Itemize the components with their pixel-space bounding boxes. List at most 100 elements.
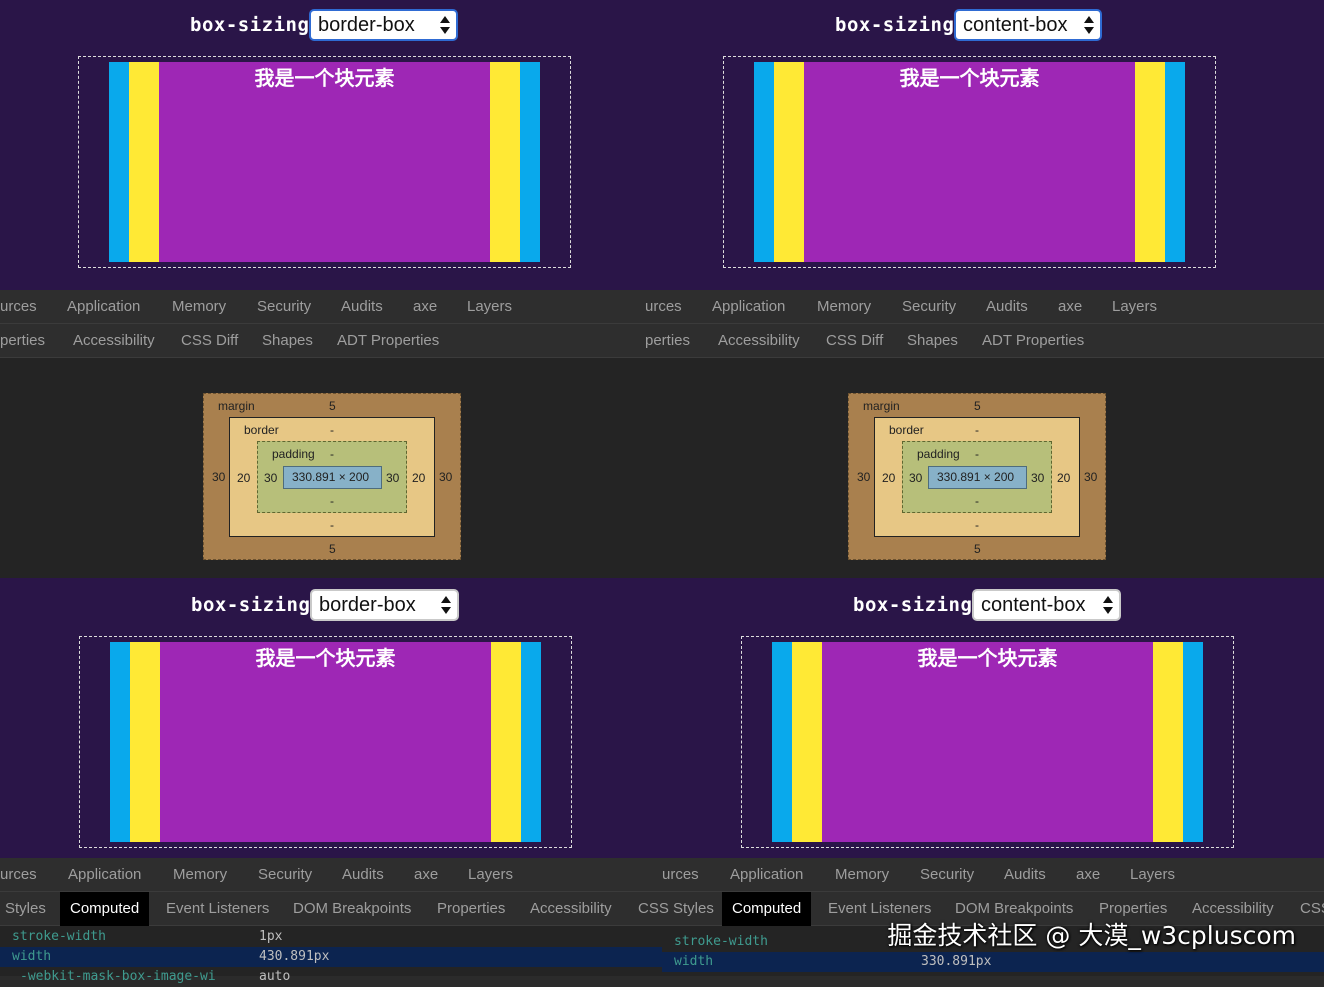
demo-area-top-left: box-sizing: border-box 我是一个块元素 (0, 0, 662, 290)
computed-row-selected[interactable]: width 330.891px (662, 952, 1324, 972)
tab-axe[interactable]: axe (1076, 858, 1100, 892)
computed-styles-panel-left: stroke-width 1px width 430.891px -webkit… (0, 926, 662, 984)
tab-memory[interactable]: Memory (817, 290, 871, 324)
tab-shapes[interactable]: Shapes (907, 324, 958, 358)
border-bottom-value[interactable]: - (330, 518, 334, 532)
padding-bottom-value[interactable]: - (330, 494, 334, 508)
devtools-tabs-row1-top-right: urces Application Memory Security Audits… (645, 290, 1324, 324)
tab-audits[interactable]: Audits (1004, 858, 1046, 892)
padding-top-value[interactable]: - (975, 447, 979, 461)
tab-layers[interactable]: Layers (467, 290, 512, 324)
tab-axe[interactable]: axe (413, 290, 437, 324)
tab-sources[interactable]: urces (0, 290, 37, 324)
tab-audits[interactable]: Audits (342, 858, 384, 892)
box-sizing-select[interactable]: content-box (972, 589, 1121, 621)
margin-right-value[interactable]: 30 (439, 470, 452, 484)
padding-label: padding (917, 447, 960, 461)
box-model-border: border - 20 20 - padding - 30 30 - 330.8… (874, 417, 1080, 537)
tab-event-listeners[interactable]: Event Listeners (166, 892, 269, 926)
tab-dom-breakpoints[interactable]: DOM Breakpoints (293, 892, 411, 926)
tab-application[interactable]: Application (730, 858, 803, 892)
tab-sources[interactable]: urces (662, 858, 699, 892)
block-element-text: 我是一个块元素 (899, 66, 1040, 90)
tab-memory[interactable]: Memory (172, 290, 226, 324)
box-sizing-select[interactable]: border-box (310, 589, 459, 621)
tab-properties[interactable]: Properties (437, 892, 505, 926)
computed-prop-value: 1px (259, 929, 283, 944)
margin-left-value[interactable]: 30 (857, 470, 870, 484)
box-sizing-label: box-sizing: (191, 594, 323, 616)
margin-left-value[interactable]: 30 (212, 470, 225, 484)
computed-row[interactable]: stroke-width 1px (0, 927, 662, 947)
tab-axe[interactable]: axe (414, 858, 438, 892)
box-model-content[interactable]: 330.891 × 200 (283, 466, 382, 489)
tab-security[interactable]: Security (257, 290, 311, 324)
box-model-panel-right: margin 5 30 30 5 border - 20 20 - paddin… (645, 358, 1324, 578)
border-left-value[interactable]: 20 (882, 471, 895, 485)
tab-layers[interactable]: Layers (1112, 290, 1157, 324)
border-right-value[interactable]: 20 (412, 471, 425, 485)
border-top-value[interactable]: - (975, 423, 979, 437)
tab-adt-properties[interactable]: ADT Properties (337, 324, 439, 358)
border-right-value[interactable]: 20 (1057, 471, 1070, 485)
tab-accessibility[interactable]: Accessibility (73, 324, 155, 358)
tab-layers[interactable]: Layers (1130, 858, 1175, 892)
margin-bottom-value[interactable]: 5 (329, 542, 336, 556)
tab-security[interactable]: Security (902, 290, 956, 324)
tab-styles[interactable]: Styles (5, 892, 46, 926)
padding-left-value[interactable]: 30 (264, 471, 277, 485)
tab-properties[interactable]: perties (645, 324, 690, 358)
select-arrows-icon (1084, 15, 1094, 35)
padding-right-value[interactable]: 30 (1031, 471, 1044, 485)
devtools-tabs-row2-top-right: perties Accessibility CSS Diff Shapes AD… (645, 324, 1324, 358)
margin-top-value[interactable]: 5 (329, 399, 336, 413)
tab-accessibility[interactable]: Accessibility (530, 892, 612, 926)
tab-application[interactable]: Application (68, 858, 141, 892)
box-model-content[interactable]: 330.891 × 200 (928, 466, 1027, 489)
tab-adt-properties[interactable]: ADT Properties (982, 324, 1084, 358)
tab-security[interactable]: Security (920, 858, 974, 892)
tab-application[interactable]: Application (67, 290, 140, 324)
border-left-value[interactable]: 20 (237, 471, 250, 485)
tab-security[interactable]: Security (258, 858, 312, 892)
tab-shapes[interactable]: Shapes (262, 324, 313, 358)
tab-properties[interactable]: perties (0, 324, 45, 358)
tab-application[interactable]: Application (712, 290, 785, 324)
padding-right-value[interactable]: 30 (386, 471, 399, 485)
box-model-margin: margin 5 30 30 5 border - 20 20 - paddin… (203, 393, 461, 560)
tab-styles[interactable]: CSS Styles (638, 892, 714, 926)
padding-left-value[interactable]: 30 (909, 471, 922, 485)
border-bottom-value[interactable]: - (975, 518, 979, 532)
box-sizing-label: box-sizing: (853, 594, 985, 616)
tab-memory[interactable]: Memory (835, 858, 889, 892)
tab-css-diff[interactable]: CSS Diff (826, 324, 883, 358)
tab-sources[interactable]: urces (0, 858, 37, 892)
tab-memory[interactable]: Memory (173, 858, 227, 892)
select-value: content-box (963, 14, 1068, 36)
box-sizing-select[interactable]: content-box (954, 9, 1102, 41)
margin-right-value[interactable]: 30 (1084, 470, 1097, 484)
tab-audits[interactable]: Audits (986, 290, 1028, 324)
box-sizing-select[interactable]: border-box (309, 9, 458, 41)
tab-layers[interactable]: Layers (468, 858, 513, 892)
computed-row-selected[interactable]: width 430.891px (0, 947, 662, 967)
block-element-text: 我是一个块元素 (917, 646, 1058, 670)
block-element: 我是一个块元素 (109, 62, 540, 262)
computed-row[interactable]: -webkit-mask-box-image-wi auto (0, 967, 662, 987)
tab-css-diff[interactable]: CSS Diff (181, 324, 238, 358)
margin-top-value[interactable]: 5 (974, 399, 981, 413)
select-value: border-box (318, 14, 415, 36)
padding-top-value[interactable]: - (330, 447, 334, 461)
tab-computed[interactable]: Computed (722, 892, 812, 926)
tab-audits[interactable]: Audits (341, 290, 383, 324)
padding-bottom-value[interactable]: - (975, 494, 979, 508)
tab-accessibility[interactable]: Accessibility (718, 324, 800, 358)
tab-sources[interactable]: urces (645, 290, 682, 324)
tab-css[interactable]: CSS (1300, 892, 1324, 926)
tab-computed[interactable]: Computed (60, 892, 150, 926)
border-top-value[interactable]: - (330, 423, 334, 437)
tab-axe[interactable]: axe (1058, 290, 1082, 324)
margin-bottom-value[interactable]: 5 (974, 542, 981, 556)
content-size: 330.891 × 200 (937, 470, 1015, 484)
devtools-tabs-row1-top-left: urces Application Memory Security Audits… (0, 290, 645, 324)
